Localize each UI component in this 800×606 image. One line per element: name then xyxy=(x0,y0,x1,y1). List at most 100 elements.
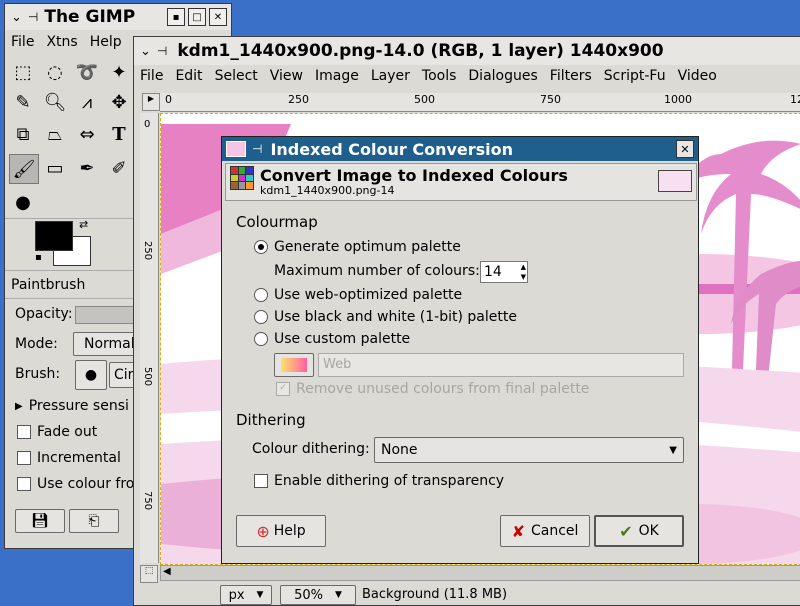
color-picker-icon[interactable]: ✎ xyxy=(9,88,37,116)
ruler-corner-button[interactable]: ▶ xyxy=(142,93,160,111)
generate-optimum-radio-button[interactable] xyxy=(254,240,268,254)
menu-file[interactable]: File xyxy=(5,34,40,50)
cancel-button[interactable]: ✘ Cancel xyxy=(500,515,590,547)
bw-palette-radio-button[interactable] xyxy=(254,310,268,324)
lasso-icon[interactable]: ➰ xyxy=(73,58,101,86)
palette-chooser-button[interactable] xyxy=(274,353,314,377)
maximize-icon[interactable]: □ xyxy=(188,8,206,26)
remove-unused-box[interactable]: ✓ xyxy=(276,382,290,396)
incremental-box[interactable] xyxy=(17,451,31,465)
toolbox-titlebar[interactable]: ⌄ ⊣ The GIMP ▪ □ ✕ xyxy=(5,4,231,30)
ellipse-select-icon[interactable]: ◌ xyxy=(41,58,69,86)
window-menu-icon[interactable]: ⌄ xyxy=(140,44,151,59)
flip-icon[interactable]: ⇔ xyxy=(73,120,101,148)
web-palette-label: Use web-optimized palette xyxy=(274,287,463,303)
ink-icon[interactable]: ✐ xyxy=(105,154,133,182)
navigation-corner-icon[interactable]: ⬚ xyxy=(140,565,158,583)
menu-edit[interactable]: Edit xyxy=(169,68,208,84)
eraser-icon[interactable]: ▭ xyxy=(41,154,69,182)
mode-value: Normal xyxy=(84,336,135,352)
help-label: Help xyxy=(273,523,306,539)
web-palette-radio[interactable]: Use web-optimized palette xyxy=(254,287,462,303)
bw-palette-label: Use black and white (1-bit) palette xyxy=(274,309,517,325)
use-colour-box[interactable] xyxy=(17,477,31,491)
web-palette-radio-button[interactable] xyxy=(254,288,268,302)
use-colour-checkbox[interactable]: Use colour fro xyxy=(17,476,134,492)
menu-dialogues[interactable]: Dialogues xyxy=(462,68,543,84)
dialog-header-title: Convert Image to Indexed Colours xyxy=(260,166,568,185)
transform-icon[interactable]: ⧉ xyxy=(9,120,37,148)
remove-unused-checkbox[interactable]: ✓ Remove unused colours from final palett… xyxy=(276,381,589,397)
menu-xtns[interactable]: Xtns xyxy=(40,34,83,50)
close-icon[interactable]: ✕ xyxy=(209,8,227,26)
vruler-label: 750 xyxy=(142,491,153,511)
move-icon[interactable]: ✥ xyxy=(105,88,133,116)
brush-label: Brush: xyxy=(15,366,61,382)
incremental-checkbox[interactable]: Incremental xyxy=(17,450,121,466)
menu-filters[interactable]: Filters xyxy=(544,68,598,84)
ok-button[interactable]: ✔ OK xyxy=(594,515,684,547)
window-menu-icon[interactable]: ⌄ xyxy=(11,10,22,25)
save-options-button[interactable]: 💾︎ xyxy=(15,509,65,533)
spin-up-icon[interactable]: ▲ xyxy=(521,262,526,272)
menu-video[interactable]: Video xyxy=(672,68,723,84)
colour-dithering-select[interactable]: None ▼ xyxy=(374,437,684,463)
horizontal-scrollbar[interactable]: ◀ xyxy=(160,565,800,581)
pin-icon[interactable]: ⊣ xyxy=(157,44,167,58)
ruler-label: 12 xyxy=(790,93,800,106)
max-colours-spinbutton[interactable]: 14 ▲ ▼ xyxy=(480,261,528,283)
transparency-dithering-checkbox[interactable]: Enable dithering of transparency xyxy=(254,473,504,489)
pressure-expander[interactable]: ▶ Pressure sensi xyxy=(15,398,129,414)
vertical-ruler[interactable]: 0 250 500 750 xyxy=(140,113,159,563)
image-titlebar[interactable]: ⌄ ⊣ kdm1_1440x900.png-14.0 (RGB, 1 layer… xyxy=(134,37,800,65)
indexed-palette-icon xyxy=(230,166,254,190)
opacity-slider[interactable] xyxy=(75,306,137,324)
brush-preview[interactable]: ● xyxy=(75,360,107,390)
menu-script-fu[interactable]: Script-Fu xyxy=(598,68,672,84)
custom-palette-label: Use custom palette xyxy=(274,331,411,347)
zoom-select[interactable]: 50% ▼ xyxy=(280,585,356,605)
custom-palette-radio[interactable]: Use custom palette xyxy=(254,331,410,347)
fade-out-checkbox[interactable]: Fade out xyxy=(17,424,97,440)
default-colors-icon[interactable]: ▪ xyxy=(35,252,42,263)
menu-help[interactable]: Help xyxy=(84,34,128,50)
pin-icon[interactable]: ⊣ xyxy=(28,10,38,24)
menu-view[interactable]: View xyxy=(264,68,309,84)
swap-colors-icon[interactable]: ⇄ xyxy=(79,218,88,231)
dialog-close-icon[interactable]: ✕ xyxy=(676,140,694,158)
unit-select[interactable]: px ▼ xyxy=(220,585,272,605)
menu-select[interactable]: Select xyxy=(209,68,264,84)
paintbrush-icon[interactable]: 🖌︎ xyxy=(9,154,39,184)
ruler-label: 750 xyxy=(540,93,561,106)
horizontal-ruler[interactable]: 0 250 500 750 1000 12 xyxy=(160,93,800,112)
measure-icon[interactable]: ⩘ xyxy=(73,88,101,116)
custom-palette-field[interactable]: Web xyxy=(318,353,684,377)
foreground-color-swatch[interactable] xyxy=(35,221,73,251)
scroll-left-icon[interactable]: ◀ xyxy=(163,566,171,577)
pin-icon[interactable]: ⊣ xyxy=(252,142,262,156)
menu-layer[interactable]: Layer xyxy=(365,68,416,84)
brush-dot-icon: ● xyxy=(84,367,98,383)
fade-out-box[interactable] xyxy=(17,425,31,439)
spin-down-icon[interactable]: ▼ xyxy=(521,272,526,282)
minimize-icon[interactable]: ▪ xyxy=(167,8,185,26)
text-icon[interactable]: T xyxy=(105,120,133,148)
fuzzy-select-icon[interactable]: ✦ xyxy=(105,58,133,86)
dialog-titlebar[interactable]: ⊣ Indexed Colour Conversion ✕ xyxy=(222,137,698,161)
rect-select-icon[interactable]: ⬚ xyxy=(9,58,37,86)
menu-file[interactable]: File xyxy=(134,68,169,84)
airbrush-icon[interactable]: ✒ xyxy=(73,154,101,182)
custom-palette-radio-button[interactable] xyxy=(254,332,268,346)
bw-palette-radio[interactable]: Use black and white (1-bit) palette xyxy=(254,309,517,325)
help-button[interactable]: ⊕ Help xyxy=(236,515,326,547)
dialog-window-icon[interactable] xyxy=(226,141,246,157)
image-thumbnail xyxy=(658,170,692,192)
zoom-icon[interactable]: 🔍︎ xyxy=(41,88,69,116)
generate-optimum-radio[interactable]: Generate optimum palette xyxy=(254,239,461,255)
menu-tools[interactable]: Tools xyxy=(416,68,463,84)
restore-options-button[interactable]: ⎗ xyxy=(69,509,119,533)
perspective-icon[interactable]: ⏢ xyxy=(41,120,69,148)
menu-image[interactable]: Image xyxy=(309,68,365,84)
clone-icon[interactable]: ● xyxy=(9,188,37,216)
transparency-dithering-box[interactable] xyxy=(254,474,268,488)
